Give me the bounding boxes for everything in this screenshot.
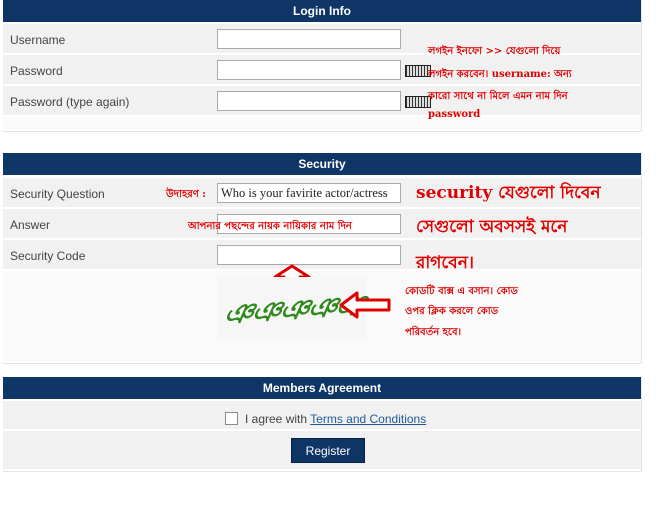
- login-info-panel: Login Info Username Password Password (t…: [3, 0, 642, 132]
- terms-link[interactable]: Terms and Conditions: [310, 412, 426, 426]
- login-spacer-row: [3, 117, 641, 131]
- security-question-input[interactable]: [217, 183, 401, 203]
- security-code-label: Security Code: [10, 249, 86, 263]
- security-note-line1: security যেগুলো দিবেন: [416, 183, 601, 203]
- password-label: Password: [10, 64, 63, 78]
- password-input[interactable]: [217, 60, 401, 80]
- login-note-line1: লগইন ইনফো >> যেগুলো দিয়ে: [428, 46, 561, 57]
- security-header: Security: [3, 153, 641, 175]
- login-info-header: Login Info: [3, 0, 641, 22]
- captcha-note-line1: কোডটি বাক্স এ বসান। কোড: [405, 286, 518, 297]
- username-input[interactable]: [217, 29, 401, 49]
- members-agreement-header: Members Agreement: [3, 377, 641, 399]
- answer-hint: আপনার পছন্দের নায়ক নায়িকার নাম দিন: [188, 221, 352, 232]
- login-note-line3: কারো সাথে না মিলে এমন নাম দিন: [428, 91, 568, 102]
- agree-row: I agree with Terms and Conditions: [3, 401, 641, 431]
- answer-label: Answer: [10, 218, 51, 232]
- captcha-note-line3: পরিবর্তন হবে।: [405, 327, 462, 338]
- members-agreement-panel: Members Agreement I agree with Terms and…: [3, 377, 642, 472]
- arrow-left-icon: [339, 291, 391, 319]
- login-note-line2: লগইন করবেন। username: অন্য: [428, 69, 572, 80]
- security-question-label: Security Question: [10, 187, 105, 201]
- password-again-input[interactable]: [217, 91, 401, 111]
- security-code-input[interactable]: [217, 245, 401, 265]
- login-note-line4: password: [428, 109, 481, 120]
- register-row: Register: [3, 431, 641, 471]
- username-label: Username: [10, 33, 66, 47]
- question-example-prefix: উদাহরণ :: [166, 189, 206, 200]
- captcha-note-line2: ওপর ক্লিক করলে কোড: [405, 306, 499, 317]
- security-note-line3: রাগবেন।: [416, 253, 474, 273]
- agree-checkbox[interactable]: [225, 412, 238, 425]
- security-note-line2: সেগুলো অবসসই মনে: [416, 217, 568, 237]
- agree-text: I agree with Terms and Conditions: [245, 412, 426, 426]
- security-code-row: Security Code: [3, 240, 641, 271]
- password-again-label: Password (type again): [10, 95, 130, 109]
- agree-label: I agree with: [245, 412, 311, 426]
- register-button[interactable]: Register: [291, 438, 365, 463]
